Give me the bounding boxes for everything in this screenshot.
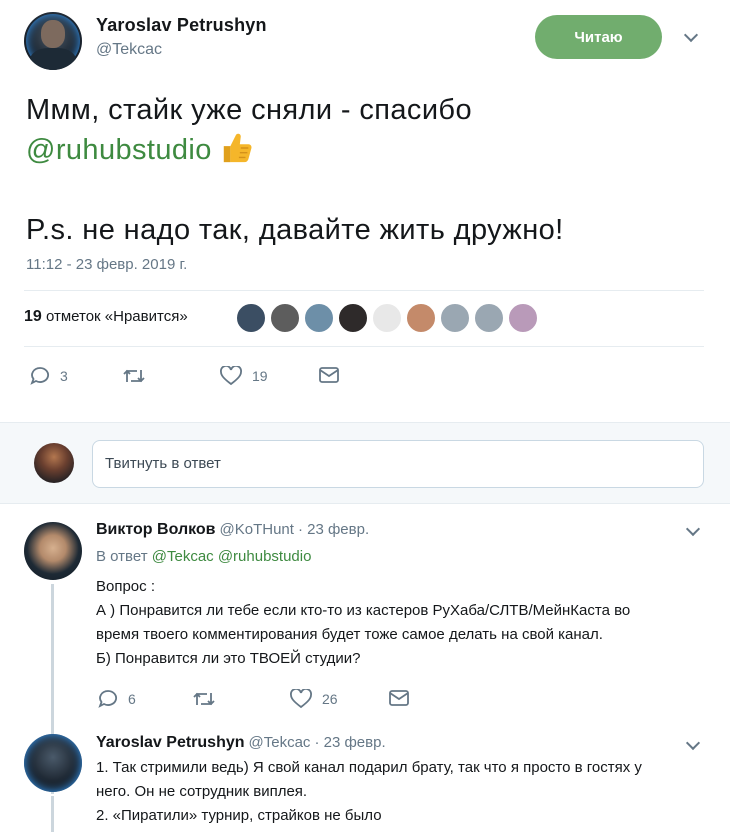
- reply-menu-chevron-down-icon[interactable]: [685, 521, 701, 537]
- message-action[interactable]: [318, 366, 340, 384]
- user-avatar: [34, 443, 74, 483]
- reply-action[interactable]: 3: [30, 366, 68, 386]
- liker-avatar[interactable]: [406, 303, 436, 333]
- author-name[interactable]: Yaroslav Petrushyn: [96, 15, 267, 36]
- heart-icon: [290, 689, 312, 709]
- message-action[interactable]: [388, 689, 410, 707]
- like-action[interactable]: 19: [220, 366, 268, 386]
- like-action[interactable]: 26: [290, 689, 338, 709]
- tweet-text-line-2: @ruhubstudio: [26, 130, 716, 170]
- liker-avatar[interactable]: [270, 303, 300, 333]
- reply-menu-chevron-down-icon[interactable]: [685, 735, 701, 751]
- reply-text: 1. Так стримили ведь) Я свой канал подар…: [96, 759, 642, 824]
- liker-avatar[interactable]: [474, 303, 504, 333]
- main-tweet: Yaroslav Petrushyn @Tekcac Читаю Ммм, ст…: [0, 0, 730, 420]
- reply-icon: [30, 367, 49, 385]
- envelope-icon: [389, 690, 409, 706]
- retweet-action[interactable]: [192, 689, 216, 709]
- liker-avatar[interactable]: [338, 303, 368, 333]
- likes-summary[interactable]: 19 отметок «Нравится»: [24, 308, 188, 326]
- likes-label: отметок «Нравится»: [45, 308, 188, 325]
- liker-avatar[interactable]: [440, 303, 470, 333]
- liker-avatar[interactable]: [236, 303, 266, 333]
- reply-author-name[interactable]: Виктор Волков @KoTHunt · 23 февр.: [96, 521, 369, 539]
- like-count: 26: [322, 691, 338, 707]
- tweet-text-line-3: P.s. не надо так, давайте жить дружно!: [26, 214, 564, 246]
- tweet-menu-chevron-down-icon[interactable]: [683, 27, 699, 43]
- heart-icon: [220, 366, 242, 386]
- retweet-action[interactable]: [122, 366, 146, 386]
- reply-author-handle: @KoTHunt: [219, 521, 294, 538]
- reply-count: 3: [60, 368, 68, 384]
- reply-date[interactable]: · 23 февр.: [298, 521, 369, 538]
- thread-line: [51, 796, 54, 832]
- reply-author-avatar[interactable]: [24, 522, 82, 580]
- thumbs-up-icon: [223, 133, 252, 163]
- reply-tweet: Yaroslav Petrushyn @Tekcac · 23 февр. 1. Т…: [0, 722, 730, 832]
- divider: [24, 346, 704, 347]
- following-button[interactable]: Читаю: [535, 15, 662, 59]
- liker-avatar[interactable]: [508, 303, 538, 333]
- tweet-timestamp[interactable]: 11:12 - 23 февр. 2019 г.: [26, 256, 187, 273]
- reply-text: Вопрос : А ) Понравится ли тебе если кто…: [96, 578, 631, 667]
- mention-link[interactable]: @ruhubstudio: [26, 134, 212, 166]
- reply-action[interactable]: 6: [98, 689, 136, 709]
- reply-mentions[interactable]: @Tekcac @ruhubstudio: [152, 548, 312, 565]
- retweet-icon: [193, 692, 215, 706]
- liker-avatar[interactable]: [372, 303, 402, 333]
- reply-tweet: Виктор Волков @KoTHunt · 23 февр. В ответ …: [0, 504, 730, 794]
- author-avatar[interactable]: [24, 12, 82, 70]
- tweet-text: Ммм, стайк уже сняли - спасибо @ruhubstu…: [26, 90, 716, 250]
- envelope-icon: [319, 367, 339, 383]
- reply-author-name[interactable]: Yaroslav Petrushyn @Tekcac · 23 февр.: [96, 734, 386, 752]
- tweet-text-line: Ммм, стайк уже сняли - спасибо: [26, 94, 472, 126]
- likes-count: 19: [24, 308, 42, 325]
- reply-composer: Твитнуть в ответ: [0, 422, 730, 504]
- author-handle[interactable]: @Tekcac: [96, 41, 162, 59]
- reply-author-avatar[interactable]: [24, 734, 82, 792]
- liker-avatar[interactable]: [304, 303, 334, 333]
- reply-icon: [98, 690, 117, 708]
- reply-count: 6: [128, 691, 136, 707]
- reply-date[interactable]: · 23 февр.: [314, 734, 385, 751]
- like-count: 19: [252, 368, 268, 384]
- reply-author-handle: @Tekcac: [248, 734, 311, 751]
- reply-input[interactable]: Твитнуть в ответ: [92, 440, 704, 488]
- divider: [24, 290, 704, 291]
- retweet-icon: [123, 369, 145, 383]
- reply-to: В ответ @Tekcac @ruhubstudio: [96, 548, 312, 565]
